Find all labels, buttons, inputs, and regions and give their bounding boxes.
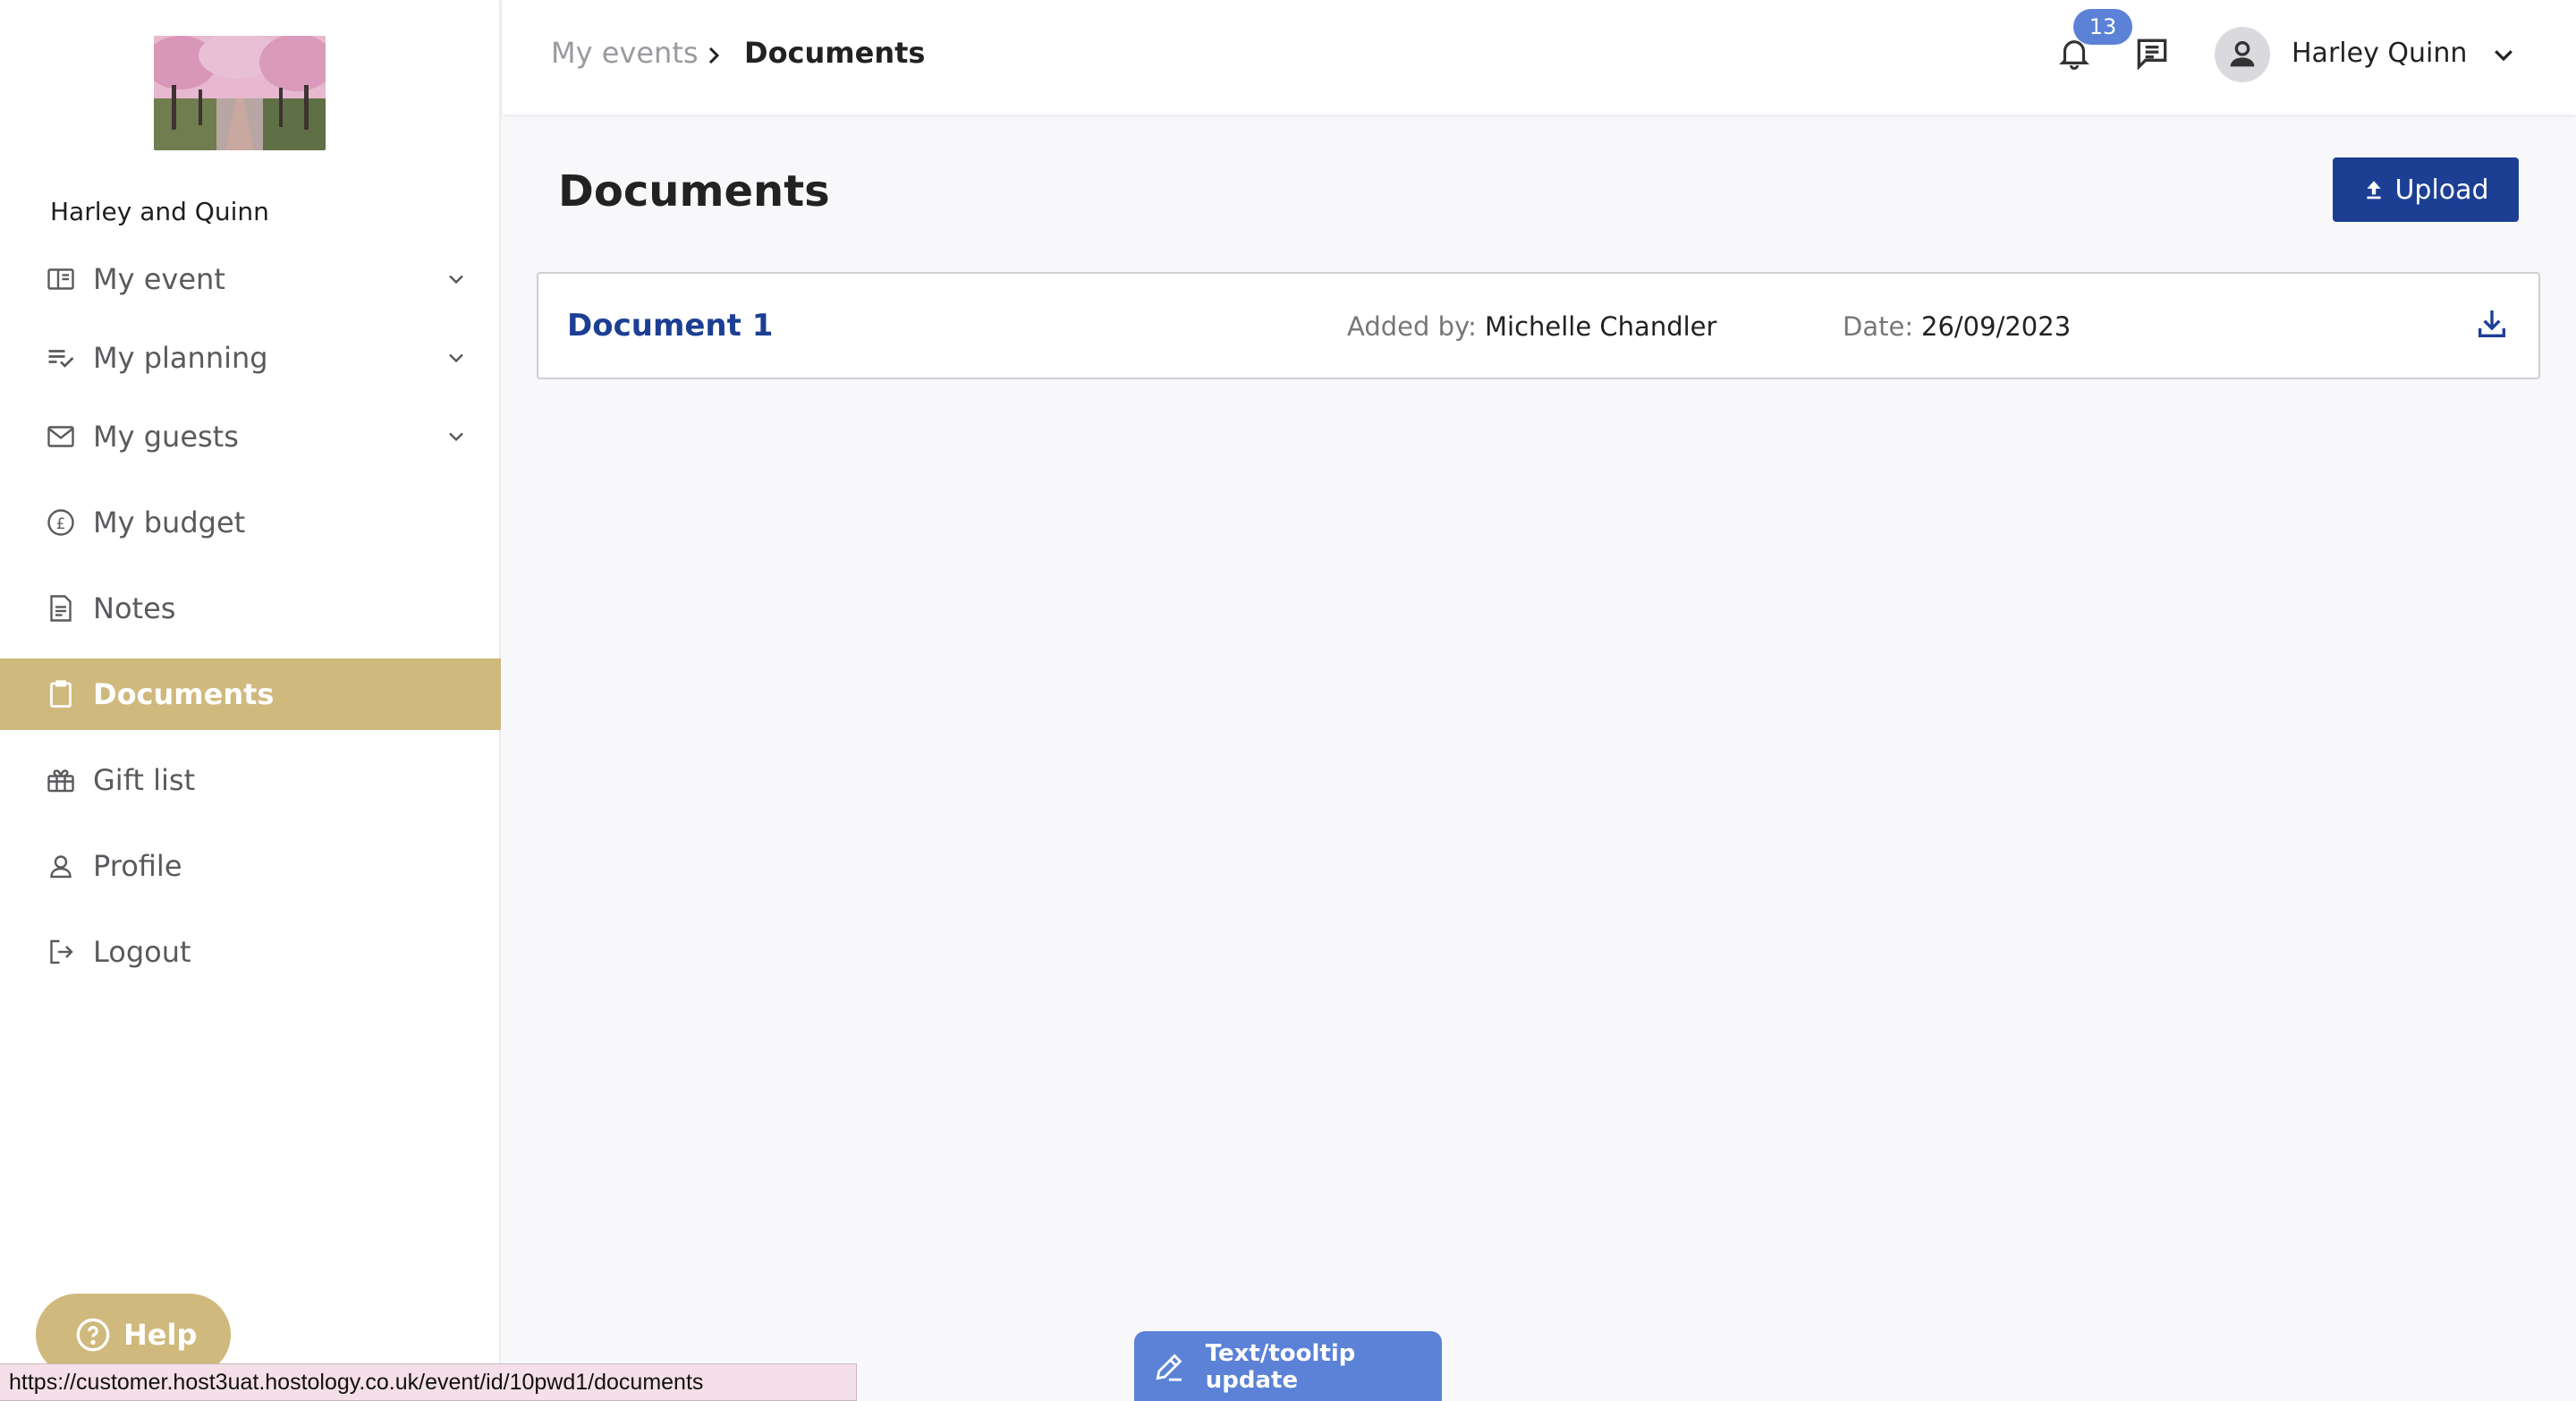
page-title: Documents [558, 166, 830, 217]
chevron-down-icon[interactable] [2490, 41, 2517, 68]
breadcrumb-current: Documents [744, 36, 926, 70]
user-name[interactable]: Harley Quinn [2292, 38, 2467, 69]
book-open-icon [43, 261, 79, 297]
sidebar-item-documents[interactable]: Documents [0, 658, 501, 730]
sidebar-item-label: My event [93, 262, 225, 296]
app-root: Harley and Quinn My event My planning My… [0, 0, 2576, 1401]
event-cover-image [154, 36, 326, 150]
sidebar-item-notes[interactable]: Notes [0, 573, 501, 644]
sidebar-item-label: Notes [93, 591, 176, 625]
avatar[interactable] [2215, 27, 2270, 82]
sidebar-item-my-event[interactable]: My event [0, 243, 501, 315]
upload-button[interactable]: Upload [2333, 157, 2519, 222]
chevron-down-icon [449, 353, 463, 363]
sidebar-item-logout[interactable]: Logout [0, 916, 501, 988]
person-icon [43, 848, 79, 884]
svg-text:£: £ [56, 515, 66, 532]
person-icon [2230, 41, 2255, 67]
upload-icon [2367, 181, 2382, 200]
sidebar-item-label: My budget [93, 505, 246, 539]
sidebar: Harley and Quinn My event My planning My… [0, 0, 501, 1401]
status-bar-url: https://customer.host3uat.hostology.co.u… [0, 1363, 857, 1401]
download-icon[interactable] [2474, 306, 2510, 342]
sidebar-item-my-planning[interactable]: My planning [0, 322, 501, 394]
pencil-icon [1156, 1354, 1182, 1381]
added-by-value: Michelle Chandler [1485, 311, 1717, 342]
logout-icon [43, 934, 79, 970]
added-by-label: Added by: [1347, 311, 1477, 342]
note-icon [43, 590, 79, 626]
sidebar-item-profile[interactable]: Profile [0, 830, 501, 902]
event-name: Harley and Quinn [50, 197, 269, 226]
pound-coin-icon: £ [43, 505, 79, 540]
text-tooltip-update-button[interactable]: Text/tooltip update [1134, 1331, 1442, 1401]
document-name-link[interactable]: Document 1 [567, 308, 773, 344]
gift-icon [43, 762, 79, 798]
breadcrumb-my-events[interactable]: My events [551, 36, 699, 70]
sidebar-item-label: Logout [93, 935, 191, 969]
date-label: Date: [1843, 311, 1914, 342]
chat-icon[interactable] [2132, 34, 2172, 73]
help-circle-icon [76, 1318, 110, 1352]
upload-label: Upload [2394, 174, 2489, 206]
date-value: 26/09/2023 [1921, 311, 2072, 342]
notification-badge: 13 [2073, 9, 2132, 45]
sidebar-item-gift-list[interactable]: Gift list [0, 744, 501, 816]
document-row: Document 1 Added by: Michelle Chandler D… [537, 272, 2540, 379]
clipboard-icon [43, 676, 79, 712]
chevron-right-icon [708, 47, 720, 64]
chevron-down-icon [449, 432, 463, 442]
sidebar-item-label: My planning [93, 341, 268, 375]
sidebar-item-label: My guests [93, 420, 239, 454]
sidebar-item-label: Gift list [93, 763, 196, 797]
tooltip-update-label: Text/tooltip update [1205, 1340, 1356, 1394]
top-bar: My events Documents 13 Harley Quinn [503, 0, 2576, 115]
chevron-down-icon [449, 275, 463, 284]
sidebar-item-my-guests[interactable]: My guests [0, 401, 501, 472]
checklist-icon [43, 340, 79, 376]
sidebar-item-label: Profile [93, 849, 182, 883]
help-label: Help [123, 1318, 198, 1352]
sidebar-item-my-budget[interactable]: £ My budget [0, 487, 501, 558]
envelope-icon [43, 419, 79, 454]
sidebar-item-label: Documents [93, 677, 275, 711]
